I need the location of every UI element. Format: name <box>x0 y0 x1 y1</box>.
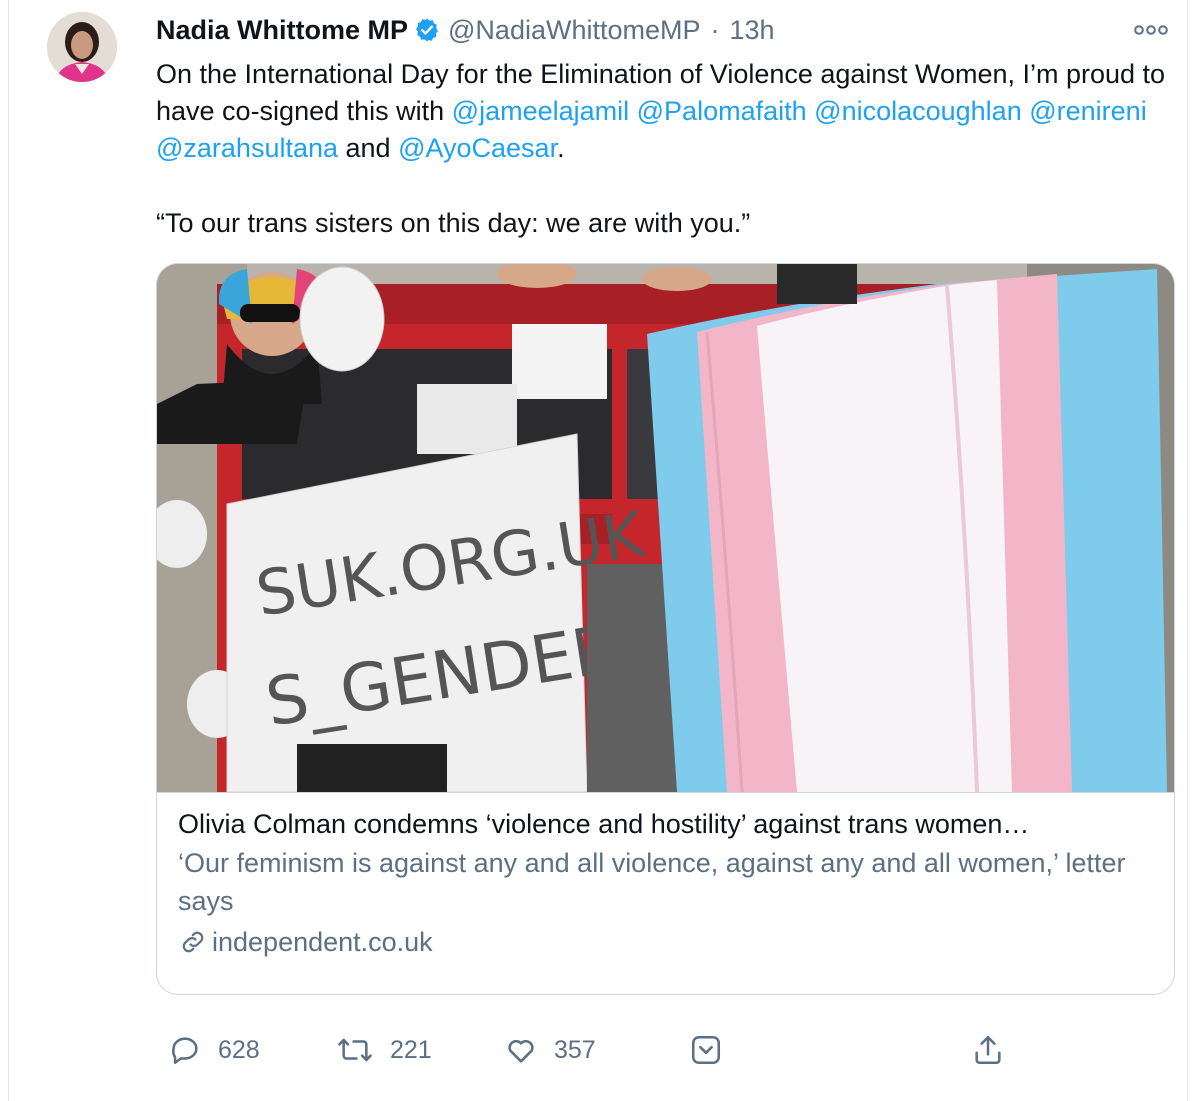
retweet-icon <box>336 1033 374 1067</box>
tweet-container: Nadia Whittome MP @NadiaWhittomeMP · 13h… <box>8 0 1188 1101</box>
author-handle[interactable]: @NadiaWhittomeMP <box>448 15 700 46</box>
retweet-button[interactable]: 221 <box>336 1026 432 1074</box>
heart-icon <box>504 1033 538 1067</box>
tweet-header: Nadia Whittome MP @NadiaWhittomeMP · 13h <box>156 10 775 50</box>
card-image[interactable]: SUK.ORG.UK S_GENDER <box>157 264 1174 793</box>
separator-dot: · <box>710 14 720 45</box>
tweet-paragraph: On the International Day for the Elimina… <box>156 56 1166 167</box>
tip-button[interactable] <box>689 1026 723 1074</box>
reply-count: 628 <box>218 1035 260 1064</box>
more-options-icon[interactable] <box>1131 18 1171 42</box>
avatar[interactable] <box>47 12 117 82</box>
tweet-text-and: and <box>338 133 399 163</box>
retweet-count: 221 <box>390 1035 432 1064</box>
tip-jar-icon <box>689 1033 723 1067</box>
mention-link[interactable]: @nicolacoughlan <box>814 96 1022 126</box>
card-info: Olivia Colman condemns ‘violence and hos… <box>178 804 1158 962</box>
reply-icon <box>168 1033 202 1067</box>
like-button[interactable]: 357 <box>504 1026 596 1074</box>
mention-link[interactable]: @renireni <box>1029 96 1146 126</box>
mention-link[interactable]: @AyoCaesar <box>398 133 557 163</box>
card-title[interactable]: Olivia Colman condemns ‘violence and hos… <box>178 804 1158 844</box>
verified-badge-icon <box>414 17 440 43</box>
card-domain[interactable]: independent.co.uk <box>178 922 1158 962</box>
tweet-actions: 628 221 357 <box>156 1026 1036 1074</box>
mention-link[interactable]: @zarahsultana <box>156 133 338 163</box>
like-count: 357 <box>554 1035 596 1064</box>
tweet-text: On the International Day for the Elimina… <box>156 56 1166 242</box>
link-preview-card[interactable]: SUK.ORG.UK S_GENDER Olivia Colman condem… <box>156 263 1175 995</box>
share-button[interactable] <box>971 1026 1005 1074</box>
mention-link[interactable]: @jameelajamil <box>452 96 629 126</box>
link-icon <box>178 927 208 957</box>
share-icon <box>971 1033 1005 1067</box>
tweet-quote: “To our trans sisters on this day: we ar… <box>156 208 751 238</box>
card-description: ‘Our feminism is against any and all vio… <box>178 848 1126 916</box>
tweet-text-period: . <box>557 133 565 163</box>
card-domain-text: independent.co.uk <box>212 927 433 957</box>
reply-button[interactable]: 628 <box>168 1026 260 1074</box>
author-name[interactable]: Nadia Whittome MP <box>156 15 408 46</box>
tweet-timestamp[interactable]: 13h <box>730 15 775 46</box>
mention-link[interactable]: @Palomafaith <box>637 96 807 126</box>
